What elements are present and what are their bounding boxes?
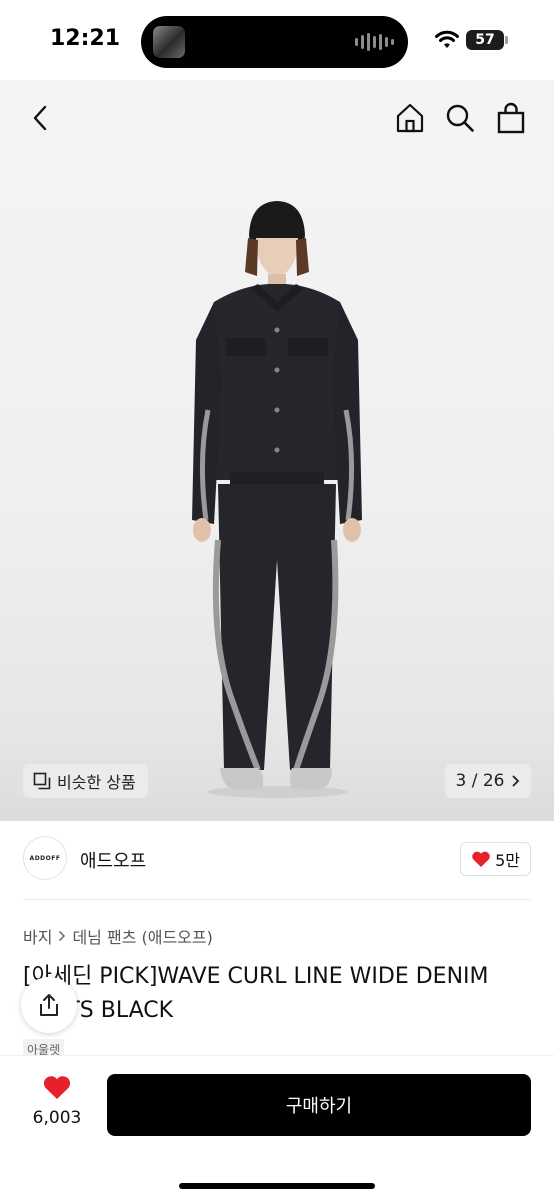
brand-logo[interactable]: ADDOFF [23,836,67,880]
battery-tip [505,36,508,44]
cart-button[interactable] [491,98,531,138]
now-playing-thumbnail [153,26,185,58]
section-divider [23,899,531,900]
product-photo [192,201,362,798]
purchase-bar: 6,003 구매하기 [0,1055,554,1200]
back-button[interactable] [20,98,60,138]
wishlist-count: 6,003 [32,1108,82,1128]
similar-products-button[interactable]: 비슷한 상품 [23,764,148,798]
similar-products-label: 비슷한 상품 [57,773,136,792]
chevron-right-icon [513,775,520,787]
top-nav [0,92,554,148]
brand-like-count: 5만 [495,851,520,870]
brand-row: ADDOFF 애드오프 5만 [0,836,554,886]
wifi-icon [435,30,459,48]
brand-like-button[interactable]: 5만 [460,842,531,876]
share-button[interactable] [21,977,77,1033]
breadcrumb-category[interactable]: 바지 [23,924,52,948]
breadcrumb-subcategory[interactable]: 데님 팬츠 (애드오프) [72,924,212,948]
similar-products-icon [33,772,51,790]
brand-name[interactable]: 애드오프 [80,847,146,873]
image-pager[interactable]: 3 / 26 [445,764,531,798]
breadcrumb: 바지 데님 팬츠 (애드오프) [23,924,213,948]
heart-icon [472,851,490,867]
home-indicator [179,1183,375,1189]
heart-icon [43,1076,71,1099]
chevron-right-icon [59,930,66,942]
chevron-left-icon [33,105,47,131]
product-image-carousel[interactable]: 비슷한 상품 3 / 26 [0,80,554,821]
shopping-bag-icon [497,102,525,134]
product-title: [아세딘 PICK]WAVE CURL LINE WIDE DENIM PANT… [23,964,489,1023]
buy-button[interactable]: 구매하기 [107,1074,531,1136]
battery-indicator: 57 [466,30,504,50]
home-button[interactable] [390,98,430,138]
dynamic-island [141,16,408,68]
status-time: 12:21 [50,26,121,51]
status-bar: 12:21 57 [0,0,554,80]
audio-wave-icon [355,32,394,52]
home-icon [396,103,424,133]
search-icon [446,104,474,132]
share-icon [40,994,58,1016]
wishlist-button[interactable]: 6,003 [28,1074,86,1128]
pager-text: 3 / 26 [455,771,505,791]
search-button[interactable] [440,98,480,138]
